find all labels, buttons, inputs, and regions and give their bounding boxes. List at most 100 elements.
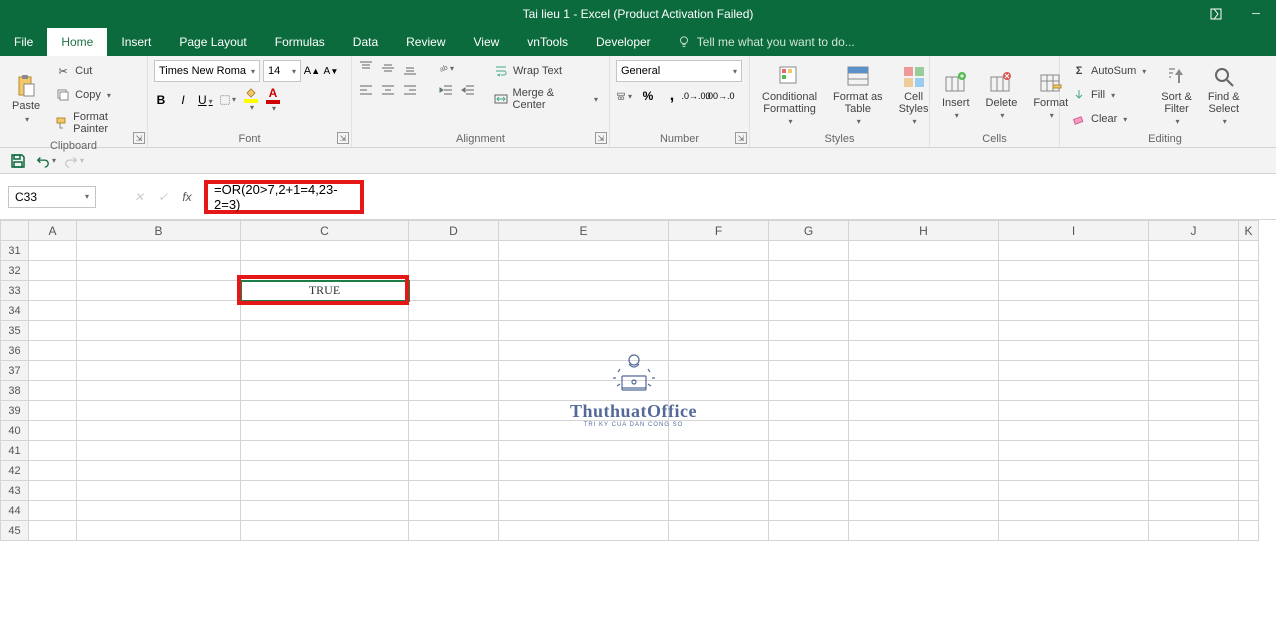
cell-A45[interactable] bbox=[29, 521, 77, 541]
italic-button[interactable]: I bbox=[176, 93, 190, 107]
cell-I33[interactable] bbox=[999, 281, 1149, 301]
row-header-37[interactable]: 37 bbox=[1, 361, 29, 381]
cell-G38[interactable] bbox=[769, 381, 849, 401]
cell-I43[interactable] bbox=[999, 481, 1149, 501]
cell-K44[interactable] bbox=[1239, 501, 1259, 521]
cell-B44[interactable] bbox=[77, 501, 241, 521]
cell-J31[interactable] bbox=[1149, 241, 1239, 261]
cell-C44[interactable] bbox=[241, 501, 409, 521]
cell-B31[interactable] bbox=[77, 241, 241, 261]
cell-J40[interactable] bbox=[1149, 421, 1239, 441]
cell-J39[interactable] bbox=[1149, 401, 1239, 421]
minimize-button[interactable]: ─ bbox=[1236, 0, 1276, 28]
cell-J37[interactable] bbox=[1149, 361, 1239, 381]
col-header-J[interactable]: J bbox=[1149, 221, 1239, 241]
cell-A32[interactable] bbox=[29, 261, 77, 281]
cell-D41[interactable] bbox=[409, 441, 499, 461]
cell-F31[interactable] bbox=[669, 241, 769, 261]
cell-K41[interactable] bbox=[1239, 441, 1259, 461]
tab-developer[interactable]: Developer bbox=[582, 28, 665, 56]
insert-cells-button[interactable]: Insert▾ bbox=[936, 60, 976, 131]
tab-page-layout[interactable]: Page Layout bbox=[165, 28, 260, 56]
cell-G31[interactable] bbox=[769, 241, 849, 261]
cell-C38[interactable] bbox=[241, 381, 409, 401]
cell-B32[interactable] bbox=[77, 261, 241, 281]
col-header-B[interactable]: B bbox=[77, 221, 241, 241]
cell-K38[interactable] bbox=[1239, 381, 1259, 401]
cell-C33[interactable]: TRUE bbox=[241, 281, 409, 301]
cell-E39[interactable] bbox=[499, 401, 669, 421]
cell-C31[interactable] bbox=[241, 241, 409, 261]
cell-H33[interactable] bbox=[849, 281, 999, 301]
cell-B42[interactable] bbox=[77, 461, 241, 481]
cell-F40[interactable] bbox=[669, 421, 769, 441]
find-select-button[interactable]: Find & Select▾ bbox=[1202, 60, 1246, 131]
cell-A35[interactable] bbox=[29, 321, 77, 341]
cell-J33[interactable] bbox=[1149, 281, 1239, 301]
cell-I34[interactable] bbox=[999, 301, 1149, 321]
percent-icon[interactable]: % bbox=[640, 88, 656, 104]
tab-formulas[interactable]: Formulas bbox=[261, 28, 339, 56]
accounting-format-icon[interactable]: ▾ bbox=[616, 88, 632, 104]
cell-C32[interactable] bbox=[241, 261, 409, 281]
row-header-34[interactable]: 34 bbox=[1, 301, 29, 321]
cell-F34[interactable] bbox=[669, 301, 769, 321]
cell-E42[interactable] bbox=[499, 461, 669, 481]
cell-F33[interactable] bbox=[669, 281, 769, 301]
cell-C41[interactable] bbox=[241, 441, 409, 461]
cell-B39[interactable] bbox=[77, 401, 241, 421]
col-header-A[interactable]: A bbox=[29, 221, 77, 241]
cell-E41[interactable] bbox=[499, 441, 669, 461]
cell-E36[interactable] bbox=[499, 341, 669, 361]
font-size-select[interactable]: 14▾ bbox=[263, 60, 301, 82]
cell-J34[interactable] bbox=[1149, 301, 1239, 321]
tab-home[interactable]: Home bbox=[47, 28, 107, 56]
cell-G34[interactable] bbox=[769, 301, 849, 321]
cell-J43[interactable] bbox=[1149, 481, 1239, 501]
cell-I41[interactable] bbox=[999, 441, 1149, 461]
cell-G45[interactable] bbox=[769, 521, 849, 541]
row-header-31[interactable]: 31 bbox=[1, 241, 29, 261]
cell-C40[interactable] bbox=[241, 421, 409, 441]
formula-input[interactable]: =OR(20>7,2+1=4,23-2=3) bbox=[204, 180, 364, 214]
cell-D39[interactable] bbox=[409, 401, 499, 421]
cell-styles-button[interactable]: Cell Styles▾ bbox=[893, 60, 935, 131]
delete-cells-button[interactable]: Delete▾ bbox=[980, 60, 1024, 131]
sort-filter-button[interactable]: Sort & Filter▾ bbox=[1155, 60, 1198, 131]
cell-K37[interactable] bbox=[1239, 361, 1259, 381]
cell-A38[interactable] bbox=[29, 381, 77, 401]
cell-A31[interactable] bbox=[29, 241, 77, 261]
cell-H32[interactable] bbox=[849, 261, 999, 281]
cell-D32[interactable] bbox=[409, 261, 499, 281]
cell-C34[interactable] bbox=[241, 301, 409, 321]
cell-D43[interactable] bbox=[409, 481, 499, 501]
cell-A33[interactable] bbox=[29, 281, 77, 301]
name-box[interactable]: C33▾ bbox=[8, 186, 96, 208]
increase-indent-icon[interactable] bbox=[460, 82, 476, 98]
cell-A40[interactable] bbox=[29, 421, 77, 441]
cut-button[interactable]: ✂Cut bbox=[50, 60, 141, 82]
cell-G43[interactable] bbox=[769, 481, 849, 501]
font-dialog-launcher[interactable]: ⇲ bbox=[337, 132, 349, 144]
cell-A44[interactable] bbox=[29, 501, 77, 521]
cell-J42[interactable] bbox=[1149, 461, 1239, 481]
cell-K32[interactable] bbox=[1239, 261, 1259, 281]
row-header-43[interactable]: 43 bbox=[1, 481, 29, 501]
cell-G36[interactable] bbox=[769, 341, 849, 361]
cell-G33[interactable] bbox=[769, 281, 849, 301]
cell-H40[interactable] bbox=[849, 421, 999, 441]
tab-data[interactable]: Data bbox=[339, 28, 392, 56]
comma-icon[interactable]: , bbox=[664, 88, 680, 104]
align-center-icon[interactable] bbox=[380, 82, 396, 98]
cell-G35[interactable] bbox=[769, 321, 849, 341]
cell-C35[interactable] bbox=[241, 321, 409, 341]
row-header-41[interactable]: 41 bbox=[1, 441, 29, 461]
cell-E44[interactable] bbox=[499, 501, 669, 521]
copy-button[interactable]: Copy▾ bbox=[50, 84, 141, 106]
cell-D40[interactable] bbox=[409, 421, 499, 441]
cell-I38[interactable] bbox=[999, 381, 1149, 401]
cell-C36[interactable] bbox=[241, 341, 409, 361]
cell-F38[interactable] bbox=[669, 381, 769, 401]
cell-H39[interactable] bbox=[849, 401, 999, 421]
cell-I39[interactable] bbox=[999, 401, 1149, 421]
